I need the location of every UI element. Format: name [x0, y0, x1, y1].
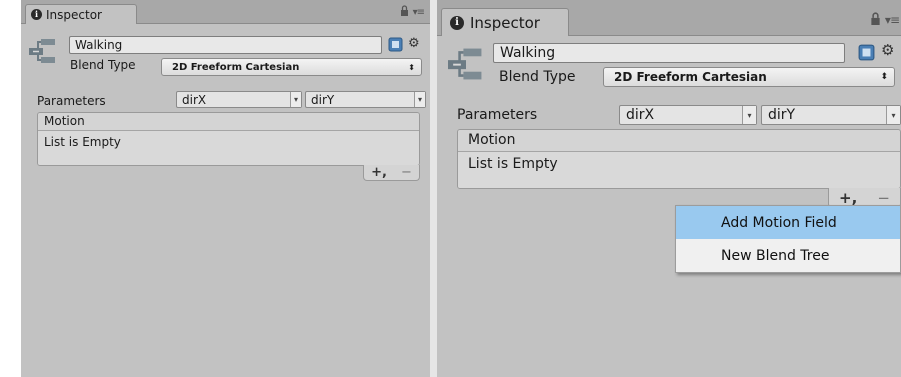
tab-inspector[interactable]: i Inspector [25, 4, 137, 24]
param-x-value: dirX [626, 107, 655, 123]
motion-list-header: Motion [458, 130, 900, 152]
gear-icon[interactable]: ⚙ [408, 36, 426, 52]
info-icon: i [450, 15, 464, 30]
dropdown-arrow-icon: ▾ [414, 92, 425, 107]
motion-list: Motion List is Empty [37, 112, 420, 166]
blend-type-label: Blend Type [499, 69, 576, 85]
dropdown-arrow-icon: ▾ [290, 92, 301, 107]
blend-type-value: 2D Freeform Cartesian [614, 70, 767, 84]
remove-icon[interactable]: − [877, 189, 890, 207]
gear-icon[interactable]: ⚙ [881, 41, 901, 61]
blend-type-select[interactable]: 2D Freeform Cartesian ⬍ [161, 58, 422, 76]
tab-label: Inspector [46, 7, 102, 22]
add-context-menu: Add Motion Field New Blend Tree [675, 205, 901, 273]
param-y-value: dirY [768, 107, 796, 123]
name-field[interactable]: Walking [493, 43, 845, 63]
inspector-panel-right: i Inspector ▾≡ Walking ⚙ Blend Type 2D F… [437, 0, 901, 377]
tab-inspector[interactable]: i Inspector [441, 8, 569, 36]
inspector-panel-left: i Inspector ▾≡ Walking ⚙ Blend Type 2D F… [21, 0, 430, 377]
parameters-label: Parameters [37, 94, 106, 108]
tab-bar: i Inspector ▾≡ [21, 0, 430, 24]
add-icon[interactable]: +, [371, 165, 387, 180]
dropdown-arrow-icon: ▾ [886, 106, 900, 124]
list-empty-text: List is Empty [38, 131, 419, 165]
motion-list-header: Motion [38, 113, 419, 131]
dropdown-arrow-icon: ▾ [742, 106, 756, 124]
list-footer: +, − [363, 165, 420, 181]
param-y-select[interactable]: dirY ▾ [305, 91, 426, 108]
select-arrow-icon: ⬍ [880, 72, 888, 82]
panel-menu-icon[interactable]: ▾≡ [413, 7, 425, 18]
param-x-select[interactable]: dirX ▾ [619, 105, 757, 125]
param-y-select[interactable]: dirY ▾ [761, 105, 901, 125]
parameters-label: Parameters [457, 107, 538, 123]
blend-tree-icon [29, 38, 57, 64]
panel-menu-icon[interactable]: ▾≡ [885, 13, 900, 27]
list-empty-text: List is Empty [458, 152, 900, 188]
param-x-value: dirX [182, 92, 207, 107]
menu-item-new-blend-tree[interactable]: New Blend Tree [676, 239, 900, 272]
name-field[interactable]: Walking [69, 36, 382, 54]
lock-icon[interactable] [870, 12, 881, 28]
blend-type-label: Blend Type [70, 58, 136, 72]
param-x-select[interactable]: dirX ▾ [176, 91, 302, 108]
remove-icon[interactable]: − [401, 165, 412, 180]
menu-item-add-motion-field[interactable]: Add Motion Field [676, 206, 900, 239]
tab-bar: i Inspector ▾≡ [437, 0, 901, 36]
help-book-icon[interactable] [858, 44, 875, 61]
lock-icon[interactable] [400, 5, 409, 19]
info-icon: i [31, 9, 42, 20]
add-icon[interactable]: +, [839, 189, 857, 207]
tab-label: Inspector [470, 13, 540, 32]
motion-list: Motion List is Empty [457, 129, 901, 189]
panel-divider [430, 0, 437, 377]
help-book-icon[interactable] [388, 37, 403, 52]
blend-tree-icon [448, 47, 484, 81]
blend-type-value: 2D Freeform Cartesian [172, 61, 300, 73]
param-y-value: dirY [311, 92, 335, 107]
blend-type-select[interactable]: 2D Freeform Cartesian ⬍ [603, 67, 895, 87]
select-arrow-icon: ⬍ [408, 62, 415, 72]
